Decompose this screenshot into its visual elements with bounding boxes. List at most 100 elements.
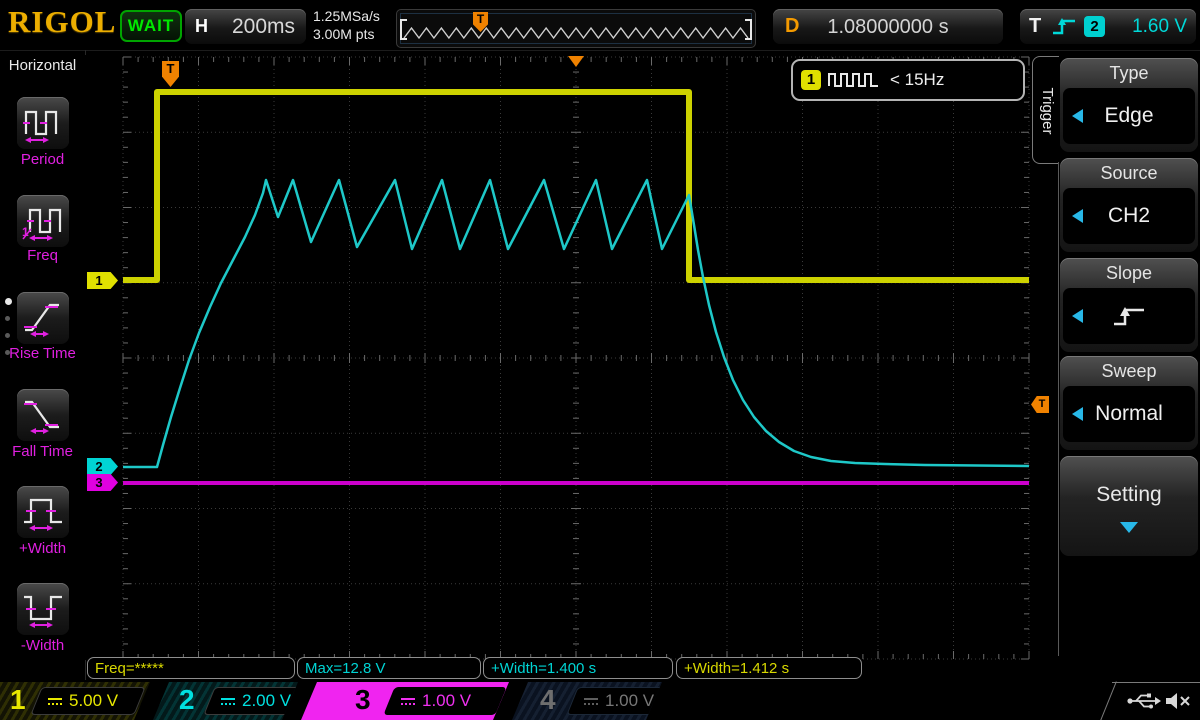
measure-label-neg-width: -Width [0, 637, 85, 654]
oscilloscope-screen: RIGOL WAIT H 200ms 1.25MSa/s 3.00M pts T… [0, 0, 1200, 720]
channel-2-tab[interactable]: 2 2.00 V [153, 682, 298, 720]
menu-type-label: Type [1060, 58, 1198, 88]
measure-label-rise-time: Rise Time [0, 345, 85, 362]
d-label: D [785, 15, 799, 38]
top-status-bar: RIGOL WAIT H 200ms 1.25MSa/s 3.00M pts T… [0, 0, 1200, 51]
t-label: T [1029, 15, 1041, 38]
acquisition-status-badge: WAIT [120, 10, 182, 42]
left-triangle-icon [1072, 209, 1083, 223]
measure-button-pos-width[interactable] [17, 486, 69, 538]
page-indicator-dot [5, 316, 10, 321]
page-indicator-dot [5, 350, 10, 355]
dc-coupling-icon [401, 698, 415, 705]
h-label: H [195, 16, 208, 37]
trigger-slope-icon [1050, 16, 1078, 38]
plus-width-icon [21, 490, 65, 534]
speaker-muted-icon [1164, 690, 1192, 712]
dc-coupling-icon [584, 698, 598, 705]
menu-slope-label: Slope [1060, 258, 1198, 288]
waveform-display: T 1 2 3 1 < 15Hz [85, 55, 1030, 660]
trigger-menu-panel: Trigger Type Edge Source CH2 Slope [1030, 50, 1200, 680]
menu-source-label: Source [1060, 158, 1198, 188]
trigger-level-value: 1.60 V [1132, 16, 1187, 38]
preview-wave [397, 10, 755, 47]
measure-button-period[interactable] [17, 97, 69, 149]
measure-button-rise-time[interactable] [17, 292, 69, 344]
channel-1-scale-box: 5.00 V [30, 687, 145, 715]
measurement-freq: Freq=***** [87, 657, 295, 679]
channel-3-number: 3 [355, 684, 371, 716]
channel-4-scale: 1.00 V [605, 691, 654, 711]
trigger-frequency-value: < 15Hz [890, 70, 944, 90]
measure-label-period: Period [0, 151, 85, 168]
menu-tab-trigger: Trigger [1032, 56, 1059, 164]
channel-3-scale: 1.00 V [422, 691, 471, 711]
measure-button-neg-width[interactable] [17, 583, 69, 635]
measure-sidebar: Horizontal Period 1 Freq [0, 50, 86, 680]
io-section-top-border [1112, 682, 1200, 683]
delay-value: 1.08000000 s [773, 16, 1003, 39]
preview-bracket-right [745, 19, 752, 40]
dc-coupling-icon [48, 698, 62, 705]
left-triangle-icon [1072, 109, 1083, 123]
page-indicator-dot [5, 333, 10, 338]
pulse-train-icon [828, 71, 880, 89]
fall-time-icon [21, 393, 65, 437]
rising-edge-icon [1108, 303, 1150, 329]
measure-label-pos-width: +Width [0, 540, 85, 557]
trigger-status-box: T 2 1.60 V [1020, 9, 1196, 44]
menu-divider [1058, 162, 1059, 656]
channel-3-scale-box: 1.00 V [383, 687, 506, 715]
menu-sweep-button[interactable]: Sweep Normal [1060, 356, 1198, 450]
down-triangle-icon [1120, 522, 1138, 533]
freq-icon: 1 [21, 199, 65, 243]
channel-1-number: 1 [10, 684, 26, 716]
channel-1-tab[interactable]: 1 5.00 V [0, 682, 150, 720]
graticule-and-traces [85, 55, 1030, 660]
channel-1-scale: 5.00 V [69, 691, 118, 711]
channel-2-scale: 2.00 V [242, 691, 291, 711]
trigger-source-badge: 2 [1084, 16, 1105, 37]
measure-button-freq[interactable]: 1 [17, 195, 69, 247]
measure-label-fall-time: Fall Time [0, 443, 85, 460]
channel-status-bar: 1 5.00 V 2 2.00 V 3 1.0 [0, 682, 1200, 720]
rigol-logo: RIGOL [8, 4, 116, 40]
menu-setting-label: Setting [1060, 456, 1198, 520]
horizontal-timebase-box: H 200ms [185, 9, 306, 44]
menu-source-button[interactable]: Source CH2 [1060, 158, 1198, 252]
sample-rate-block: 1.25MSa/s 3.00M pts [313, 7, 380, 43]
channel-4-tab[interactable]: 4 1.00 V [512, 682, 662, 720]
measurement-pwidth-ch2: +Width=1.400 s [483, 657, 673, 679]
page-indicator-dot-active [5, 298, 12, 305]
menu-tab-label: Trigger [1036, 58, 1056, 164]
waveform-memory-preview: T [396, 9, 756, 48]
menu-setting-button[interactable]: Setting [1060, 456, 1198, 556]
timebase-value: 200ms [232, 15, 295, 39]
period-icon [21, 101, 65, 145]
channel-3-tab-selected[interactable]: 3 1.00 V [301, 682, 509, 720]
measurement-max: Max=12.8 V [297, 657, 481, 679]
measure-label-freq: Freq [0, 247, 85, 264]
left-triangle-icon [1072, 309, 1083, 323]
menu-sweep-value: Normal [1095, 402, 1163, 426]
sample-rate: 1.25MSa/s [313, 7, 380, 25]
measurement-pwidth-ch1: +Width=1.412 s [676, 657, 862, 679]
memory-depth: 3.00M pts [313, 25, 380, 43]
trigger-source-channel-badge: 1 [801, 70, 821, 90]
channel-4-scale-box: 1.00 V [566, 687, 675, 715]
trigger-frequency-readout: 1 < 15Hz [791, 59, 1025, 101]
menu-type-button[interactable]: Type Edge [1060, 58, 1198, 152]
preview-bracket-left [400, 19, 407, 40]
menu-slope-button[interactable]: Slope [1060, 258, 1198, 352]
channel-2-number: 2 [179, 684, 195, 716]
channel-2-scale-box: 2.00 V [203, 687, 318, 715]
usb-icon [1126, 690, 1162, 712]
minus-width-icon [21, 587, 65, 631]
left-triangle-icon [1072, 407, 1083, 421]
rise-time-icon [21, 296, 65, 340]
menu-source-value: CH2 [1108, 204, 1150, 228]
dc-coupling-icon [221, 698, 235, 705]
measure-button-fall-time[interactable] [17, 389, 69, 441]
menu-sweep-label: Sweep [1060, 356, 1198, 386]
trigger-delay-box: 1.08000000 s D [773, 9, 1003, 44]
